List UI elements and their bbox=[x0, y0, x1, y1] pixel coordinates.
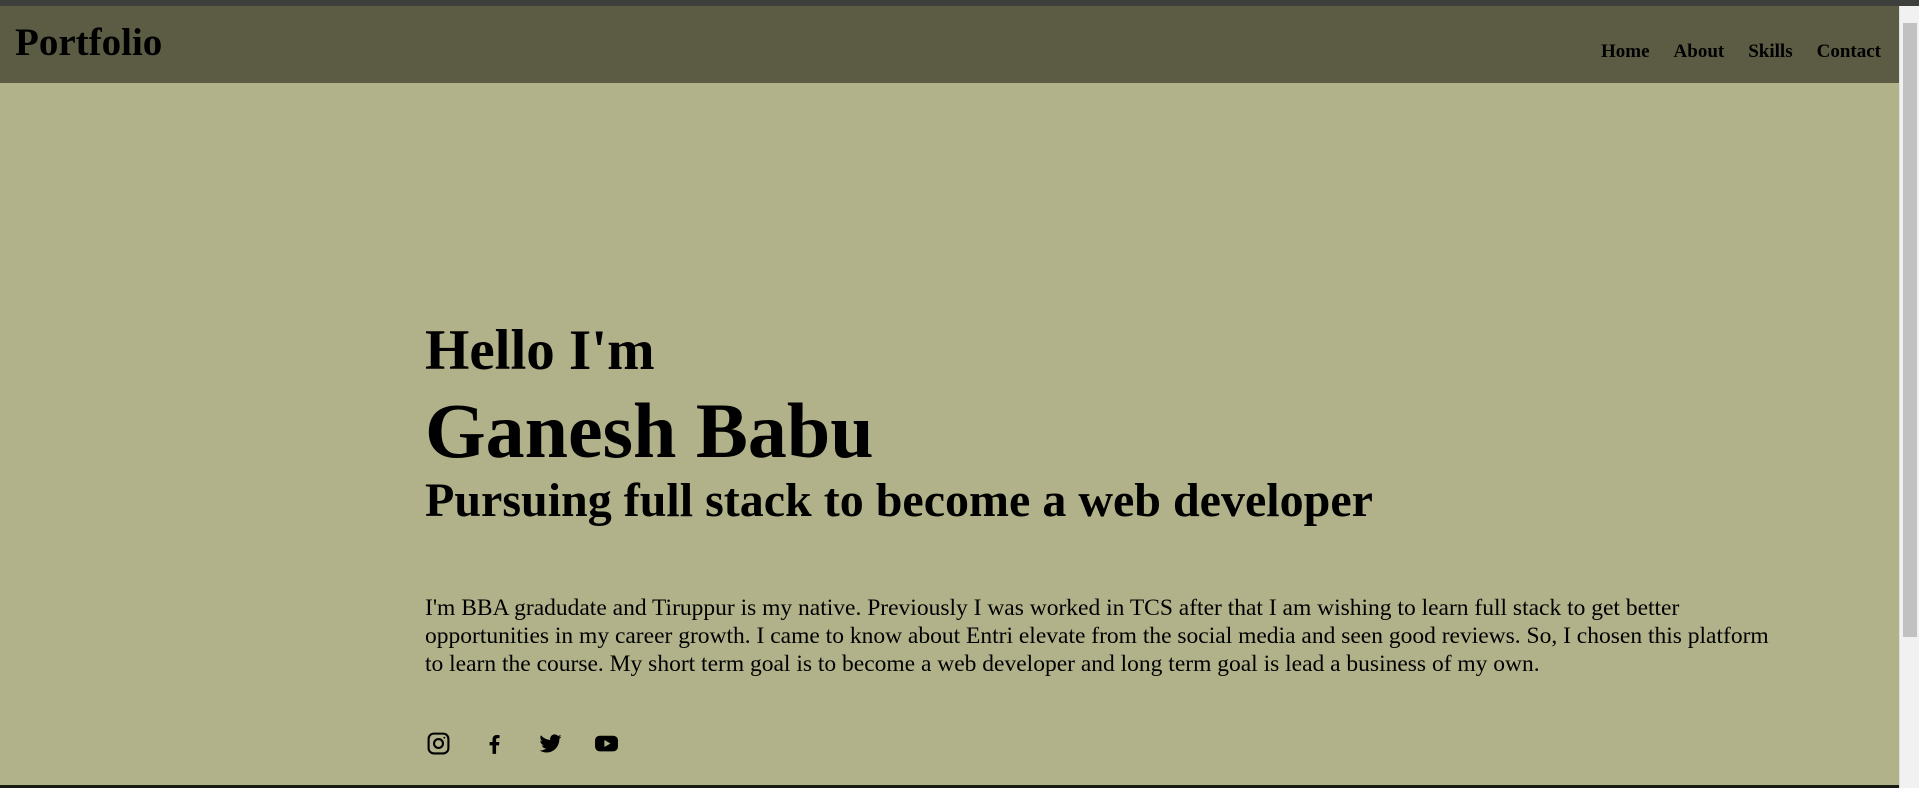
hero-name: Ganesh Babu bbox=[425, 387, 874, 474]
hero-greeting: Hello I'm bbox=[425, 319, 655, 382]
navbar: Portfolio Home About Skills Contact bbox=[0, 6, 1899, 83]
youtube-icon[interactable] bbox=[593, 730, 619, 756]
social-links bbox=[425, 730, 649, 756]
nav-link-skills[interactable]: Skills bbox=[1748, 42, 1792, 61]
nav-links: Home About Skills Contact bbox=[1577, 42, 1881, 61]
brand-logo[interactable]: Portfolio bbox=[15, 23, 162, 62]
scrollbar-thumb[interactable] bbox=[1903, 23, 1917, 637]
hero-bio: I'm BBA gradudate and Tiruppur is my nat… bbox=[425, 595, 1769, 677]
nav-link-contact[interactable]: Contact bbox=[1817, 42, 1881, 61]
twitter-icon[interactable] bbox=[537, 730, 563, 756]
nav-link-home[interactable]: Home bbox=[1601, 42, 1650, 61]
vertical-scrollbar[interactable] bbox=[1899, 6, 1919, 788]
nav-link-about[interactable]: About bbox=[1674, 42, 1725, 61]
instagram-icon[interactable] bbox=[425, 730, 451, 756]
hero-tagline: Pursuing full stack to become a web deve… bbox=[425, 474, 1373, 527]
facebook-icon[interactable] bbox=[481, 730, 507, 756]
